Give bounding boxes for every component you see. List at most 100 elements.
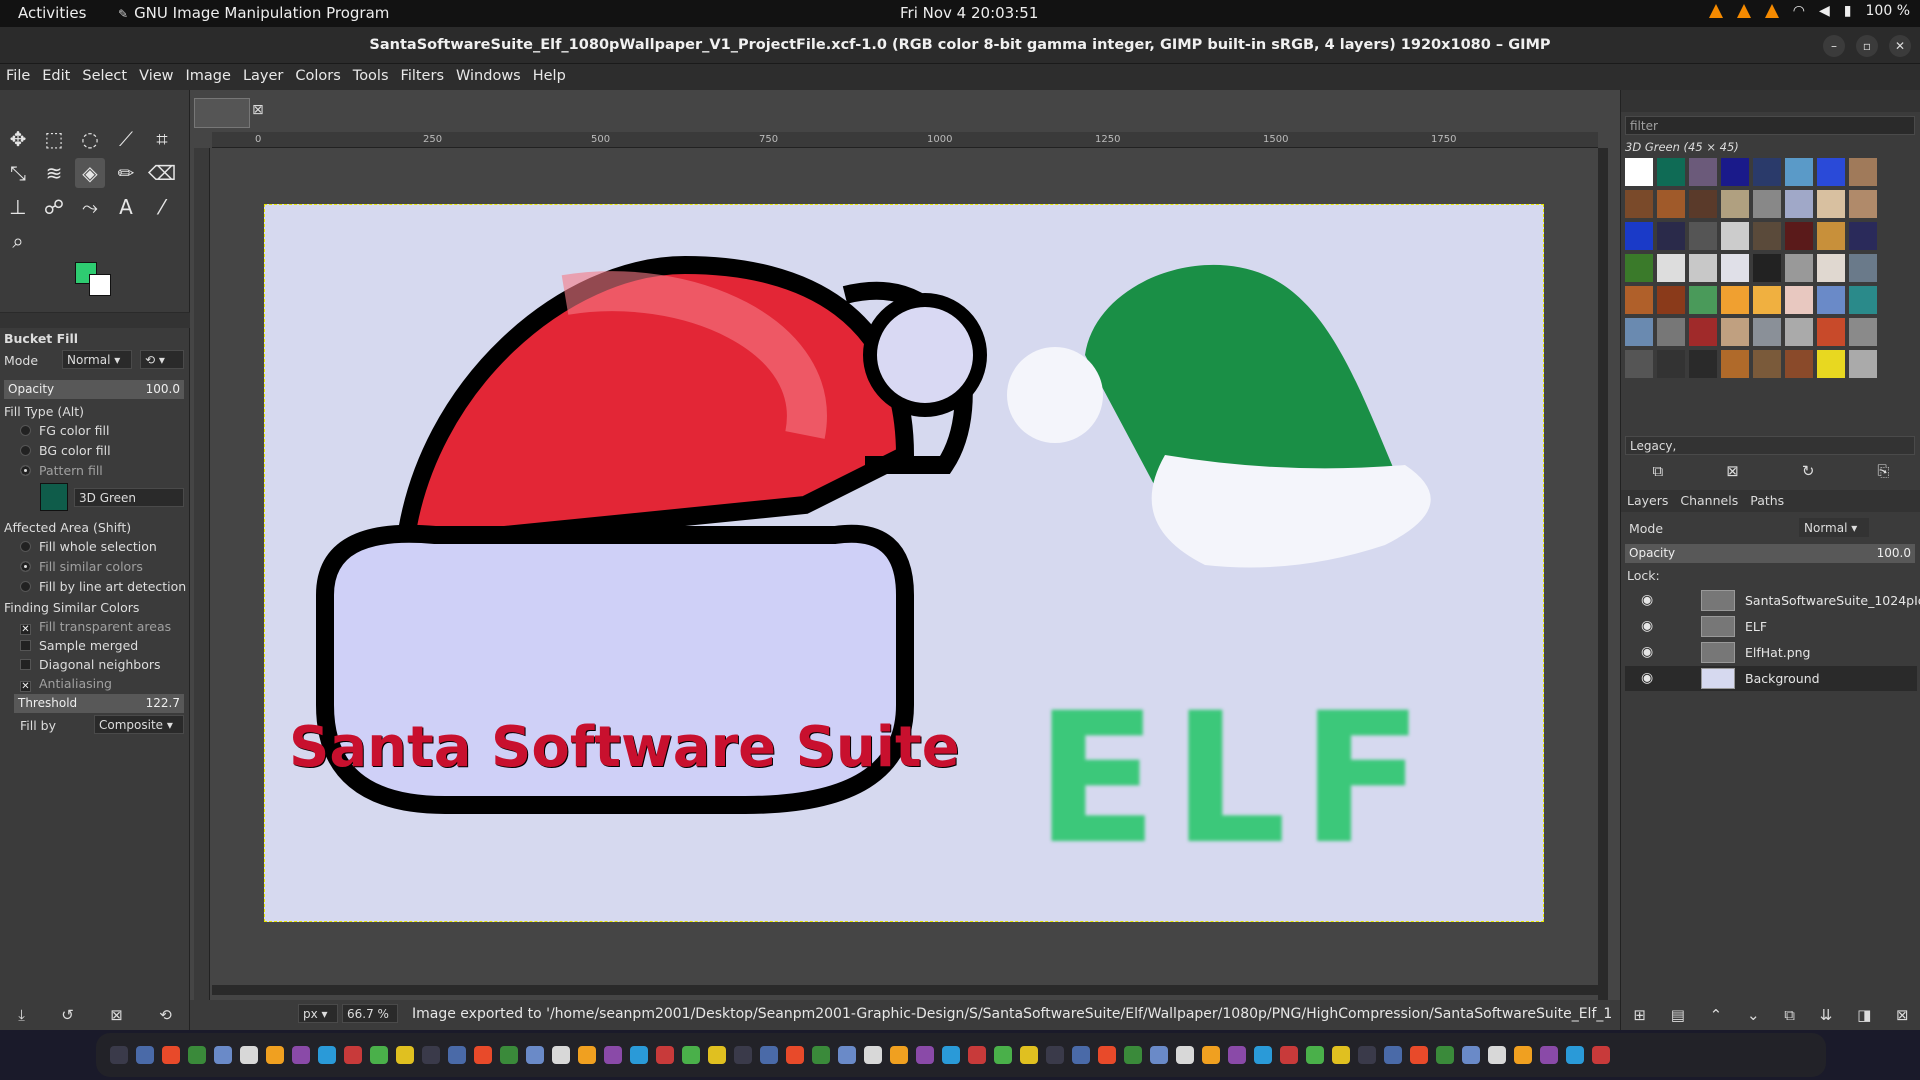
sample-merged-checkbox[interactable]: Sample merged — [4, 638, 138, 653]
dock-app-icon[interactable] — [1254, 1046, 1272, 1064]
pattern-tile[interactable] — [1753, 222, 1781, 250]
dock-app-icon[interactable] — [656, 1046, 674, 1064]
pattern-tile[interactable] — [1689, 286, 1717, 314]
pattern-tile[interactable] — [1817, 350, 1845, 378]
threshold-slider[interactable]: Threshold 122.7 — [14, 694, 184, 713]
dock-app-icon[interactable] — [942, 1046, 960, 1064]
tab-layers[interactable]: Layers — [1627, 493, 1668, 509]
dock-app-icon[interactable] — [578, 1046, 596, 1064]
reset-options-icon[interactable]: ⟲ — [159, 1006, 172, 1024]
pattern-tile[interactable] — [1721, 190, 1749, 218]
dock-app-icon[interactable] — [1358, 1046, 1376, 1064]
pattern-grid[interactable] — [1625, 158, 1903, 378]
dock-app-icon[interactable] — [1124, 1046, 1142, 1064]
dock-app-icon[interactable] — [344, 1046, 362, 1064]
pattern-swatch[interactable] — [40, 483, 68, 511]
open-pattern-icon[interactable]: ⎘ — [1877, 462, 1889, 480]
volume-icon[interactable]: ◀ — [1819, 3, 1830, 19]
pattern-tile[interactable] — [1817, 190, 1845, 218]
pattern-tile[interactable] — [1657, 286, 1685, 314]
activities-button[interactable]: Activities — [18, 4, 86, 22]
dock-app-icon[interactable] — [1332, 1046, 1350, 1064]
dock-app-icon[interactable] — [1150, 1046, 1168, 1064]
pattern-tile[interactable] — [1817, 286, 1845, 314]
fill-whole-selection-radio[interactable]: Fill whole selection — [4, 539, 157, 554]
dock-app-icon[interactable] — [682, 1046, 700, 1064]
mask-icon[interactable]: ◨ — [1857, 1006, 1871, 1024]
menu-help[interactable]: Help — [527, 64, 572, 90]
dock-app-icon[interactable] — [630, 1046, 648, 1064]
dock-app-icon[interactable] — [1514, 1046, 1532, 1064]
fill-similar-colors-radio[interactable]: Fill similar colors — [4, 559, 143, 574]
dock-app-icon[interactable] — [448, 1046, 466, 1064]
restore-options-icon[interactable]: ↺ — [61, 1006, 74, 1024]
delete-options-icon[interactable]: ⊠ — [110, 1006, 123, 1024]
layer-row[interactable]: ◉ Background — [1625, 666, 1917, 691]
dock-app-icon[interactable] — [838, 1046, 856, 1064]
pattern-tile[interactable] — [1849, 222, 1877, 250]
bucket-fill-icon[interactable]: ◈ — [75, 158, 105, 188]
menu-layer[interactable]: Layer — [237, 64, 289, 90]
antialiasing-checkbox[interactable]: ✕ Antialiasing — [4, 676, 112, 692]
bg-fill-radio[interactable]: BG color fill — [4, 443, 111, 458]
pattern-tile[interactable] — [1721, 286, 1749, 314]
pattern-tile[interactable] — [1753, 190, 1781, 218]
horizontal-scrollbar[interactable] — [212, 985, 1598, 995]
fg-fill-radio[interactable]: FG color fill — [4, 423, 109, 438]
system-tray[interactable]: ◠ ◀ ▮ 100 % — [1708, 3, 1910, 19]
dock-app-icon[interactable] — [162, 1046, 180, 1064]
dock-app-icon[interactable] — [890, 1046, 908, 1064]
refresh-patterns-icon[interactable]: ↻ — [1802, 462, 1815, 480]
new-layer-icon[interactable]: ⊞ — [1633, 1006, 1646, 1024]
fill-by-select[interactable]: Composite ▾ — [94, 715, 184, 734]
pattern-tile[interactable] — [1785, 158, 1813, 186]
battery-icon[interactable]: ▮ — [1844, 3, 1852, 19]
dock-app-icon[interactable] — [1228, 1046, 1246, 1064]
pattern-tile[interactable] — [1817, 318, 1845, 346]
lower-layer-icon[interactable]: ⌄ — [1747, 1006, 1760, 1024]
pattern-tile[interactable] — [1657, 254, 1685, 282]
pattern-tile[interactable] — [1721, 254, 1749, 282]
fuzzy-select-icon[interactable]: ⟋ — [111, 124, 141, 154]
diagonal-neighbors-checkbox[interactable]: Diagonal neighbors — [4, 657, 161, 672]
pattern-tile[interactable] — [1657, 318, 1685, 346]
pattern-tile[interactable] — [1753, 286, 1781, 314]
dock-app-icon[interactable] — [526, 1046, 544, 1064]
close-tab-icon[interactable]: ⊠ — [252, 102, 264, 118]
dock-app-icon[interactable] — [1384, 1046, 1402, 1064]
dock-app-icon[interactable] — [1488, 1046, 1506, 1064]
dock-app-icon[interactable] — [1592, 1046, 1610, 1064]
dock-app-icon[interactable] — [552, 1046, 570, 1064]
text-tool-icon[interactable]: A — [111, 192, 141, 222]
dock-app-icon[interactable] — [708, 1046, 726, 1064]
vertical-ruler[interactable] — [194, 148, 210, 1008]
dock-app-icon[interactable] — [994, 1046, 1012, 1064]
clock[interactable]: Fri Nov 4 20:03:51 — [900, 4, 1038, 22]
tab-paths[interactable]: Paths — [1750, 493, 1784, 509]
dock-app-icon[interactable] — [292, 1046, 310, 1064]
dock-app-icon[interactable] — [1280, 1046, 1298, 1064]
warning-icon[interactable] — [1764, 4, 1779, 18]
pattern-tile[interactable] — [1817, 158, 1845, 186]
mode-select[interactable]: Normal ▾ — [62, 350, 132, 369]
pattern-tile[interactable] — [1849, 254, 1877, 282]
new-group-icon[interactable]: ▤ — [1671, 1006, 1685, 1024]
dock-app-icon[interactable] — [370, 1046, 388, 1064]
dock-app-icon[interactable] — [214, 1046, 232, 1064]
pattern-tile[interactable] — [1817, 222, 1845, 250]
layer-row[interactable]: ◉ SantaSoftwareSuite_1024pIcon — [1625, 588, 1920, 613]
pattern-tile[interactable] — [1785, 254, 1813, 282]
pattern-tile[interactable] — [1849, 286, 1877, 314]
pattern-tile[interactable] — [1625, 222, 1653, 250]
background-color[interactable] — [89, 274, 111, 296]
visibility-icon[interactable]: ◉ — [1641, 592, 1653, 608]
layer-opacity-slider[interactable]: Opacity 100.0 — [1625, 544, 1915, 563]
dock-app-icon[interactable] — [500, 1046, 518, 1064]
mode-reset-button[interactable]: ⟲ ▾ — [140, 350, 184, 369]
menu-view[interactable]: View — [133, 64, 179, 90]
dock-app-icon[interactable] — [1566, 1046, 1584, 1064]
dock-app-icon[interactable] — [760, 1046, 778, 1064]
dock-app-icon[interactable] — [812, 1046, 830, 1064]
pattern-tile[interactable] — [1785, 350, 1813, 378]
dock-app-icon[interactable] — [136, 1046, 154, 1064]
